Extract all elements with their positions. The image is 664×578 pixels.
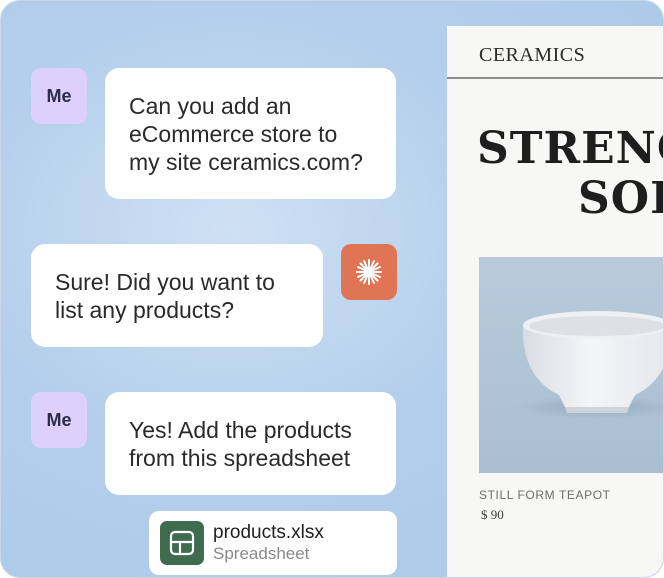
sparkle-icon <box>356 259 382 285</box>
message-line: from this spreadsheet <box>129 445 351 471</box>
avatar-label: Me <box>46 85 72 106</box>
message-line: Yes! Add the products <box>129 417 352 443</box>
header-divider <box>447 77 663 79</box>
message-line: my site ceramics.com? <box>129 149 363 175</box>
avatar-label: Me <box>46 409 72 430</box>
attachment-card[interactable]: products.xlsx Spreadsheet <box>149 511 397 575</box>
user-message-bubble: Can you add an eCommerce store to my sit… <box>105 68 396 199</box>
product-price: $ 90 <box>481 507 504 522</box>
user-message-bubble: Yes! Add the products from this spreadsh… <box>105 392 396 495</box>
attachment-info: products.xlsx Spreadsheet <box>213 522 324 564</box>
hero-line-2: SOF <box>578 173 663 224</box>
website-preview: CERAMICS STRENG SOF <box>447 26 663 577</box>
message-line: list any products? <box>55 297 234 323</box>
spreadsheet-icon <box>160 521 204 565</box>
product-name[interactable]: STILL FORM TEAPOT <box>479 488 611 502</box>
hero-heading: STRENG SOF <box>477 123 663 224</box>
user-avatar: Me <box>31 68 87 124</box>
message-line: eCommerce store to <box>129 121 338 147</box>
user-avatar: Me <box>31 392 87 448</box>
site-brand[interactable]: CERAMICS <box>479 44 585 67</box>
hero-line-1: STRENG <box>477 123 663 174</box>
app-frame: Me Can you add an eCommerce store to my … <box>0 0 664 578</box>
message-line: Sure! Did you want to <box>55 269 275 295</box>
assistant-message-bubble: Sure! Did you want to list any products? <box>31 244 323 347</box>
chat-panel: Me Can you add an eCommerce store to my … <box>1 1 447 577</box>
attachment-filename: products.xlsx <box>213 522 324 543</box>
assistant-avatar <box>341 244 397 300</box>
message-line: Can you add an <box>129 93 292 119</box>
attachment-filetype: Spreadsheet <box>213 544 310 563</box>
product-image[interactable] <box>479 257 663 473</box>
